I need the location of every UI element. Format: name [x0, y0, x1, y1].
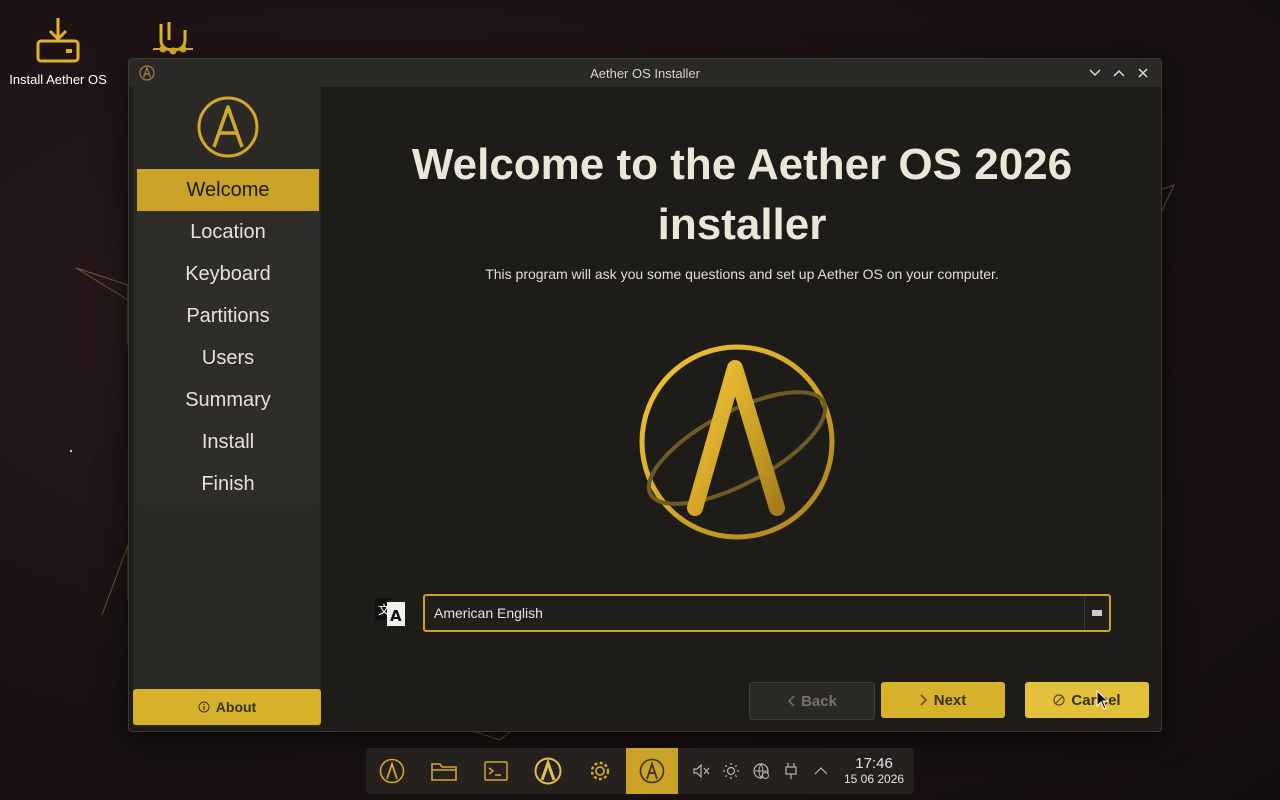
sidebar: Welcome Location Keyboard Partitions Use… — [133, 87, 321, 727]
volume-muted-icon — [693, 763, 710, 779]
folder-icon — [431, 763, 457, 781]
page-title: Welcome to the Aether OS 2026 installer — [363, 135, 1121, 255]
aether-launcher-icon — [379, 758, 405, 784]
system-tray — [692, 762, 830, 780]
taskbar-files[interactable] — [418, 748, 470, 794]
close-button[interactable] — [1133, 63, 1153, 83]
step-welcome[interactable]: Welcome — [137, 169, 319, 211]
language-value: American English — [434, 605, 543, 621]
svg-text:文: 文 — [378, 602, 390, 617]
close-icon — [1138, 68, 1148, 78]
dropdown-icon — [1092, 610, 1102, 616]
tray-expand[interactable] — [812, 762, 830, 780]
installer-tool-icon — [153, 22, 193, 55]
chevron-right-icon — [920, 694, 927, 706]
step-users[interactable]: Users — [137, 337, 319, 379]
page-subtitle: This program will ask you some questions… — [485, 266, 999, 282]
gear-icon — [590, 761, 610, 781]
aether-installer-icon — [639, 758, 665, 784]
translate-icon: 文 A — [375, 598, 405, 626]
back-button[interactable]: Back — [749, 682, 875, 720]
step-finish[interactable]: Finish — [137, 463, 319, 505]
next-button[interactable]: Next — [881, 682, 1005, 718]
brightness-icon — [723, 763, 739, 779]
aether-app-icon — [534, 757, 562, 785]
step-list: Welcome Location Keyboard Partitions Use… — [137, 169, 319, 505]
about-label: About — [215, 699, 257, 715]
desktop-icon-install[interactable]: Install Aether OS — [3, 14, 113, 87]
desktop-icon-label: Install Aether OS — [9, 72, 107, 87]
tray-volume[interactable] — [692, 762, 710, 780]
taskbar-settings[interactable] — [574, 748, 626, 794]
window-title: Aether OS Installer — [590, 65, 700, 81]
cancel-button[interactable]: Cancel — [1025, 682, 1149, 718]
aether-emblem-icon — [639, 344, 835, 540]
clock-date: 15 06 2026 — [844, 772, 905, 786]
page-title-line2: installer — [657, 200, 827, 249]
minimize-button[interactable] — [1085, 63, 1105, 83]
step-keyboard[interactable]: Keyboard — [137, 253, 319, 295]
download-install-icon — [36, 18, 80, 63]
aether-app-icon — [139, 65, 155, 81]
page-title-line1: Welcome to the Aether OS 2026 — [411, 140, 1073, 189]
terminal-icon — [484, 761, 508, 781]
chevron-left-icon — [788, 695, 795, 707]
desktop-icon-tool[interactable] — [118, 16, 228, 56]
chevron-up-icon — [814, 767, 828, 775]
globe-offline-icon — [753, 763, 769, 779]
installer-window: Aether OS Installer Welcome Location Key… — [128, 58, 1162, 732]
tray-battery[interactable] — [782, 762, 800, 780]
about-button[interactable]: About — [133, 689, 321, 725]
back-label: Back — [801, 692, 837, 710]
tray-network[interactable] — [752, 762, 770, 780]
clock-time: 17:46 — [855, 755, 893, 772]
chevron-down-icon — [1089, 69, 1101, 77]
step-partitions[interactable]: Partitions — [137, 295, 319, 337]
info-icon — [198, 701, 210, 713]
step-install[interactable]: Install — [137, 421, 319, 463]
cancel-icon — [1053, 694, 1065, 706]
taskbar-terminal[interactable] — [470, 748, 522, 794]
main-content: Welcome to the Aether OS 2026 installer … — [323, 87, 1161, 727]
svg-text:A: A — [390, 607, 402, 625]
dropdown-button[interactable] — [1084, 596, 1109, 630]
taskbar: 17:46 15 06 2026 — [366, 748, 914, 794]
taskbar-installer-active[interactable] — [626, 748, 678, 794]
taskbar-launcher[interactable] — [366, 748, 418, 794]
window-titlebar[interactable]: Aether OS Installer — [129, 59, 1161, 87]
step-location[interactable]: Location — [137, 211, 319, 253]
language-select[interactable]: American English — [423, 594, 1111, 632]
maximize-button[interactable] — [1109, 63, 1129, 83]
taskbar-aether-app[interactable] — [522, 748, 574, 794]
aether-logo-icon — [197, 96, 259, 158]
chevron-up-icon — [1113, 69, 1125, 77]
step-summary[interactable]: Summary — [137, 379, 319, 421]
clock[interactable]: 17:46 15 06 2026 — [844, 755, 905, 787]
power-plug-icon — [785, 763, 797, 779]
mouse-cursor-icon — [1096, 690, 1110, 710]
tray-brightness[interactable] — [722, 762, 740, 780]
next-label: Next — [933, 691, 967, 709]
